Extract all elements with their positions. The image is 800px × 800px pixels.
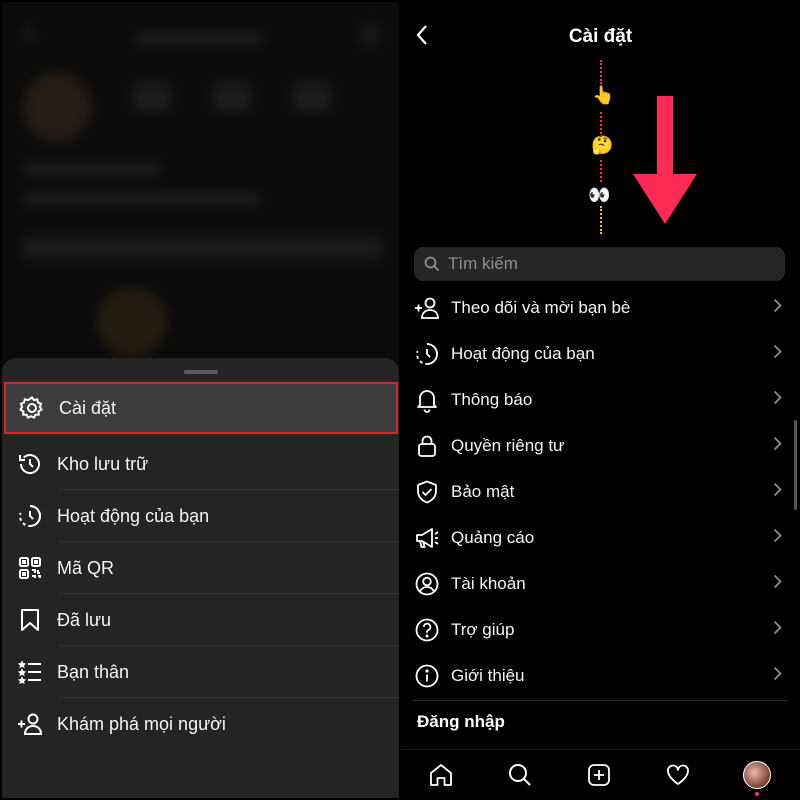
heart-icon[interactable] (663, 760, 693, 790)
chevron-right-icon (773, 620, 782, 640)
chevron-right-icon (773, 298, 782, 318)
scroll-hint-animation: 👆 🤔 👀 (588, 60, 614, 236)
thinking-face-emoji: 🤔 (591, 135, 614, 155)
hamburger-icon: ☰ (358, 20, 382, 50)
settings-item-follow-invite[interactable]: Theo dõi và mời bạn bè (401, 285, 800, 331)
right-screenshot: Cài đặt 👆 🤔 👀 Tìm kiếm Theo dõi và mời b… (401, 0, 800, 800)
section-divider (413, 700, 788, 701)
menu-item-settings[interactable]: Cài đặt (4, 382, 398, 434)
qr-icon (16, 554, 44, 582)
settings-item-security[interactable]: Bảo mật (401, 469, 800, 515)
settings-item-notifications[interactable]: Thông báo (401, 377, 800, 423)
chevron-right-icon (773, 482, 782, 502)
menu-item-saved[interactable]: Đã lưu (2, 594, 399, 646)
menu-item-label: Kho lưu trữ (57, 453, 149, 474)
settings-item-help[interactable]: Trợ giúp (401, 607, 800, 653)
chevron-right-icon (773, 666, 782, 686)
menu-item-label: Bạn thân (57, 661, 130, 682)
menu-item-label: Mã QR (57, 557, 115, 578)
chevron-right-icon (773, 528, 782, 548)
info-icon (413, 662, 441, 690)
menu-item-your-activity[interactable]: Hoạt động của bạn (2, 490, 399, 542)
chevron-right-icon (773, 574, 782, 594)
menu-item-qr-code[interactable]: Mã QR (2, 542, 399, 594)
settings-item-label: Hoạt động của bạn (451, 344, 595, 363)
bell-icon (413, 386, 441, 414)
add-person-icon (413, 294, 441, 322)
chevron-right-icon (773, 436, 782, 456)
help-icon (413, 616, 441, 644)
settings-item-label: Quyền riêng tư (451, 436, 565, 455)
shield-icon (413, 478, 441, 506)
settings-item-label: Giới thiệu (451, 666, 525, 685)
plus-icon: + (20, 18, 38, 51)
sheet-grabber[interactable] (184, 370, 218, 374)
settings-item-your-activity[interactable]: Hoạt động của bạn (401, 331, 800, 377)
menu-item-label: Đã lưu (57, 609, 112, 630)
notification-dot (755, 792, 759, 796)
left-screenshot: + ☰ Cài đặt Kho lưu trữ Hoạt động của bạ… (2, 2, 399, 798)
menu-item-label: Cài đặt (59, 397, 117, 418)
eyes-emoji: 👀 (588, 185, 611, 205)
add-person-icon (16, 710, 44, 738)
settings-item-label: Trợ giúp (451, 620, 515, 639)
search-icon (424, 256, 440, 272)
menu-item-label: Hoạt động của bạn (57, 505, 210, 526)
search-icon[interactable] (505, 760, 535, 790)
home-icon[interactable] (426, 760, 456, 790)
settings-item-privacy[interactable]: Quyền riêng tư (401, 423, 800, 469)
lock-icon (413, 432, 441, 460)
search-placeholder: Tìm kiếm (448, 254, 518, 273)
settings-item-label: Thông báo (451, 390, 533, 409)
settings-item-label: Tài khoản (451, 574, 526, 593)
pointing-up-emoji: 👆 (592, 85, 615, 105)
gear-icon (18, 394, 46, 422)
menu-item-close-friends[interactable]: Bạn thân (2, 646, 399, 698)
bookmark-icon (16, 606, 44, 634)
menu-item-archive[interactable]: Kho lưu trữ (2, 438, 399, 490)
activity-icon (16, 502, 44, 530)
bottom-sheet-menu: Cài đặt Kho lưu trữ Hoạt động của bạn Mã… (2, 358, 399, 798)
menu-item-discover-people[interactable]: Khám phá mọi người (2, 698, 399, 750)
megaphone-icon (413, 524, 441, 552)
scrollbar[interactable] (794, 420, 797, 510)
settings-item-label: Quảng cáo (451, 528, 535, 547)
chevron-right-icon (773, 344, 782, 364)
down-arrow-icon (633, 96, 697, 224)
account-icon (413, 570, 441, 598)
activity-icon (413, 340, 441, 368)
archive-icon (16, 450, 44, 478)
chevron-right-icon (773, 390, 782, 410)
close-friends-icon (16, 658, 44, 686)
settings-item-ads[interactable]: Quảng cáo (401, 515, 800, 561)
profile-avatar[interactable] (742, 760, 772, 796)
search-bar[interactable]: Tìm kiếm (414, 247, 785, 281)
menu-item-label: Khám phá mọi người (57, 713, 226, 734)
page-title: Cài đặt (568, 26, 633, 47)
settings-item-account[interactable]: Tài khoản (401, 561, 800, 607)
settings-item-label: Bảo mật (451, 482, 515, 501)
settings-item-label: Theo dõi và mời bạn bè (451, 298, 631, 317)
create-icon[interactable] (584, 760, 614, 790)
section-title-login: Đăng nhập (417, 712, 505, 731)
settings-item-about[interactable]: Giới thiệu (401, 653, 800, 699)
bottom-navigation (401, 749, 800, 800)
